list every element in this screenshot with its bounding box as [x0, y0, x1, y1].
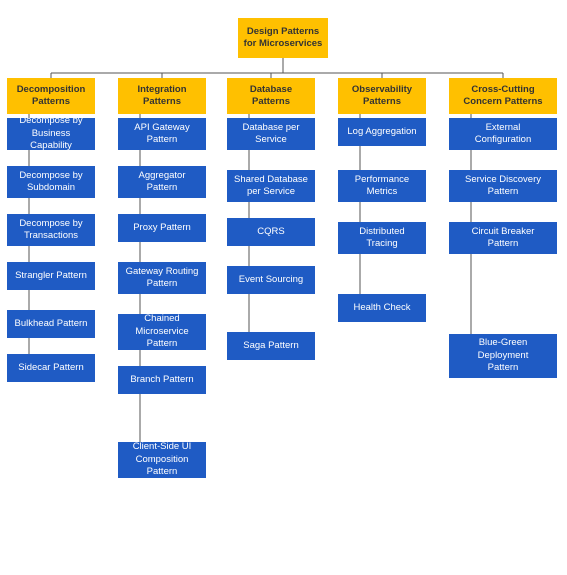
- node-decompose-subdomain: Decompose by Subdomain: [7, 166, 95, 198]
- node-aggregator: Aggregator Pattern: [118, 166, 206, 198]
- node-distributed-tracing: Distributed Tracing: [338, 222, 426, 254]
- root-node: Design Patterns for Microservices: [238, 18, 328, 58]
- node-circuit-breaker: Circuit Breaker Pattern: [449, 222, 557, 254]
- node-shared-database: Shared Database per Service: [227, 170, 315, 202]
- node-chained-microservice: Chained Microservice Pattern: [118, 314, 206, 350]
- node-saga: Saga Pattern: [227, 332, 315, 360]
- node-client-side-ui: Client-Side UI Composition Pattern: [118, 442, 206, 478]
- node-performance-metrics: Performance Metrics: [338, 170, 426, 202]
- node-service-discovery: Service Discovery Pattern: [449, 170, 557, 202]
- node-blue-green: Blue-Green Deployment Pattern: [449, 334, 557, 378]
- chart-container: Design Patterns for Microservices Decomp…: [0, 0, 567, 575]
- col-header-database: Database Patterns: [227, 78, 315, 114]
- node-decompose-transactions: Decompose by Transactions: [7, 214, 95, 246]
- node-strangler: Strangler Pattern: [7, 262, 95, 290]
- diagram: Design Patterns for Microservices Decomp…: [5, 10, 562, 565]
- node-decompose-business: Decompose by Business Capability: [7, 118, 95, 150]
- node-proxy: Proxy Pattern: [118, 214, 206, 242]
- node-database-per-service: Database per Service: [227, 118, 315, 150]
- node-log-aggregation: Log Aggregation: [338, 118, 426, 146]
- col-header-observability: Observability Patterns: [338, 78, 426, 114]
- col-header-integration: Integration Patterns: [118, 78, 206, 114]
- node-sidecar: Sidecar Pattern: [7, 354, 95, 382]
- node-gateway-routing: Gateway Routing Pattern: [118, 262, 206, 294]
- col-header-decomposition: Decomposition Patterns: [7, 78, 95, 114]
- node-branch: Branch Pattern: [118, 366, 206, 394]
- node-api-gateway: API Gateway Pattern: [118, 118, 206, 150]
- node-health-check: Health Check: [338, 294, 426, 322]
- node-event-sourcing: Event Sourcing: [227, 266, 315, 294]
- node-external-config: External Configuration: [449, 118, 557, 150]
- col-header-crosscutting: Cross-Cutting Concern Patterns: [449, 78, 557, 114]
- node-bulkhead: Bulkhead Pattern: [7, 310, 95, 338]
- node-cqrs: CQRS: [227, 218, 315, 246]
